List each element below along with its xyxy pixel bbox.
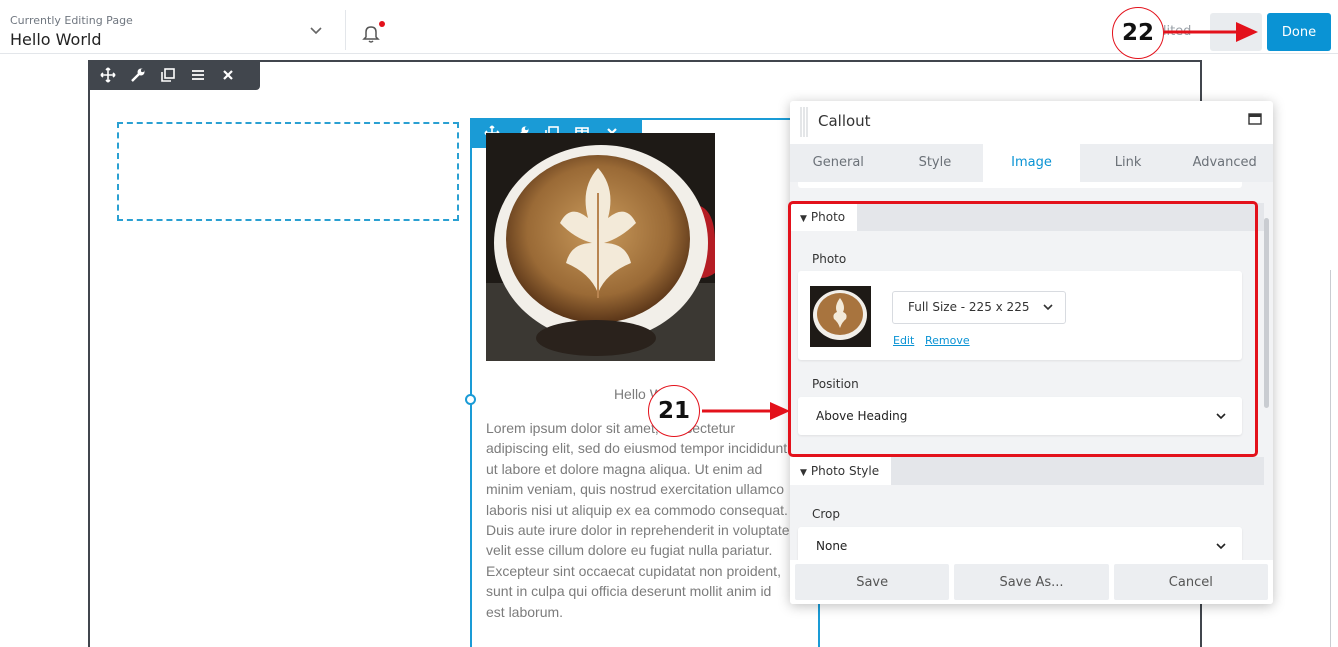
wrench-icon[interactable] bbox=[130, 67, 146, 83]
tab-image[interactable]: Image bbox=[983, 144, 1080, 182]
tab-style[interactable]: Style bbox=[887, 144, 984, 182]
latte-art-photo bbox=[486, 133, 715, 361]
tab-advanced[interactable]: Advanced bbox=[1176, 144, 1273, 182]
move-icon[interactable] bbox=[100, 67, 116, 83]
chevron-down-icon bbox=[1216, 543, 1226, 550]
notification-dot bbox=[379, 21, 385, 27]
chevron-down-icon: ▼ bbox=[800, 468, 807, 478]
chevron-down-icon[interactable] bbox=[306, 24, 326, 38]
panel-scrollbar[interactable] bbox=[1264, 218, 1269, 408]
drag-handle-icon[interactable] bbox=[800, 105, 808, 139]
window-edge bbox=[1330, 270, 1331, 647]
photo-style-section-toggle[interactable]: ▼ Photo Style bbox=[790, 457, 892, 485]
crop-value: None bbox=[816, 539, 848, 553]
menu-icon[interactable] bbox=[190, 67, 206, 83]
callout-body-text: Lorem ipsum dolor sit amet, consectetur … bbox=[486, 420, 790, 620]
photo-style-section-title: Photo Style bbox=[810, 464, 880, 478]
cancel-button[interactable]: Cancel bbox=[1113, 564, 1268, 600]
step-21-badge: 21 bbox=[648, 385, 700, 437]
save-button[interactable]: Save bbox=[795, 564, 950, 600]
previous-section-card bbox=[798, 182, 1242, 188]
panel-tabs: General Style Image Link Advanced bbox=[790, 144, 1273, 182]
step-22-arrow bbox=[1164, 22, 1258, 42]
panel-footer: Save Save As... Cancel bbox=[790, 560, 1273, 604]
tab-link[interactable]: Link bbox=[1080, 144, 1177, 182]
close-icon[interactable] bbox=[220, 67, 236, 83]
save-as-button[interactable]: Save As... bbox=[954, 564, 1109, 600]
photo-style-section-header[interactable]: ▼ Photo Style bbox=[790, 457, 1264, 485]
page-title[interactable]: Hello World bbox=[10, 30, 102, 49]
currently-editing-label: Currently Editing Page bbox=[10, 14, 133, 27]
panel-title: Callout bbox=[818, 112, 871, 130]
done-button[interactable]: Done bbox=[1267, 13, 1331, 51]
divider bbox=[345, 10, 346, 50]
tab-general[interactable]: General bbox=[790, 144, 887, 182]
empty-column-drop-zone[interactable] bbox=[117, 122, 459, 221]
crop-select[interactable]: None bbox=[798, 527, 1242, 560]
maximize-icon[interactable] bbox=[1248, 113, 1262, 125]
step-22-badge: 22 bbox=[1112, 7, 1164, 59]
crop-field-label: Crop bbox=[812, 507, 841, 521]
column-resize-handle[interactable] bbox=[465, 394, 476, 405]
row-toolbar bbox=[88, 60, 260, 90]
photo-section-highlight bbox=[788, 201, 1258, 457]
duplicate-icon[interactable] bbox=[160, 67, 176, 83]
step-21-arrow bbox=[702, 402, 790, 420]
